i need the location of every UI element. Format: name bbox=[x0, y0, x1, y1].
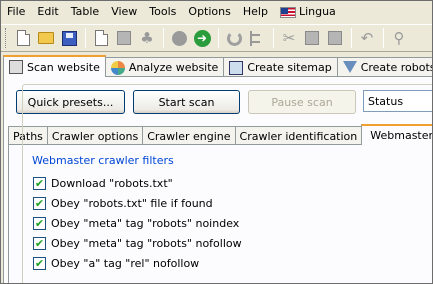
menu-options[interactable]: Options bbox=[182, 2, 236, 22]
paste-project-button[interactable] bbox=[113, 27, 135, 49]
copy2-icon bbox=[305, 31, 319, 45]
tab-create-robots-label: Create robots.txt bbox=[360, 61, 432, 74]
option-label: Download "robots.txt" bbox=[51, 176, 173, 190]
groupbox-title: Webmaster crawler filters bbox=[30, 154, 176, 167]
paste-icon bbox=[117, 31, 131, 45]
toolbar-separator bbox=[383, 28, 384, 48]
option-meta-noindex[interactable]: ✔ Obey "meta" tag "robots" noindex bbox=[33, 215, 239, 231]
filter-icon bbox=[342, 60, 357, 75]
stop-icon bbox=[171, 30, 187, 46]
start-button[interactable]: ➜ bbox=[191, 27, 213, 49]
tab-create-sitemap[interactable]: Create sitemap bbox=[223, 57, 338, 77]
menu-edit[interactable]: Edit bbox=[31, 2, 64, 22]
tree-icon bbox=[250, 30, 264, 46]
checkbox-download-robots[interactable]: ✔ bbox=[33, 176, 46, 190]
option-download-robots[interactable]: ✔ Download "robots.txt" bbox=[33, 175, 173, 191]
paste2-icon bbox=[328, 31, 342, 45]
option-label: Obey "robots.txt" file if found bbox=[51, 196, 213, 210]
paste-button[interactable] bbox=[324, 27, 346, 49]
tree-button[interactable] bbox=[246, 27, 268, 49]
menu-help[interactable]: Help bbox=[237, 2, 274, 22]
menu-tools[interactable]: Tools bbox=[143, 2, 182, 22]
create-sitemap-icon bbox=[229, 60, 244, 75]
analyze-website-icon bbox=[110, 60, 125, 75]
cut-button[interactable]: ✂ bbox=[278, 27, 300, 49]
menu-lingua-label: Lingua bbox=[298, 5, 336, 18]
option-obey-robots[interactable]: ✔ Obey "robots.txt" file if found bbox=[33, 195, 213, 211]
toolbar-separator bbox=[273, 28, 274, 48]
search-button[interactable]: ⚲ bbox=[388, 27, 410, 49]
open-folder-icon bbox=[38, 32, 54, 44]
menu-table[interactable]: Table bbox=[65, 2, 105, 22]
checkbox-meta-nofollow[interactable]: ✔ bbox=[33, 236, 46, 250]
undo-icon: ↶ bbox=[360, 28, 374, 47]
checkbox-obey-robots[interactable]: ✔ bbox=[33, 196, 46, 210]
copy-button[interactable] bbox=[301, 27, 323, 49]
checkbox-meta-noindex[interactable]: ✔ bbox=[33, 216, 46, 230]
scan-website-icon bbox=[9, 60, 23, 74]
refresh-button[interactable] bbox=[223, 27, 245, 49]
save-icon bbox=[61, 30, 77, 46]
main-tab-bar: Scan website Analyze website Create site… bbox=[3, 55, 432, 77]
toolbar-grip[interactable] bbox=[5, 28, 8, 48]
menu-file[interactable]: File bbox=[1, 2, 31, 22]
start-icon: ➜ bbox=[193, 29, 211, 47]
option-label: Obey "a" tag "rel" nofollow bbox=[51, 256, 200, 270]
menu-view[interactable]: View bbox=[105, 2, 143, 22]
cut-icon: ✂ bbox=[282, 28, 296, 47]
toolbar: ♣ ➜ ✂ ↶ ⚲ bbox=[1, 24, 432, 52]
option-label: Obey "meta" tag "robots" noindex bbox=[51, 216, 240, 230]
copy-project-button[interactable] bbox=[90, 27, 112, 49]
clear-icon: ♣ bbox=[140, 28, 154, 47]
tab-create-robots[interactable]: Create robots.txt bbox=[336, 57, 432, 77]
us-flag-icon bbox=[279, 6, 296, 18]
stop-button[interactable] bbox=[168, 27, 190, 49]
option-a-rel-nofollow[interactable]: ✔ Obey "a" tag "rel" nofollow bbox=[33, 255, 199, 271]
toolbar-separator bbox=[163, 28, 164, 48]
copy-icon bbox=[94, 30, 108, 46]
clear-button[interactable]: ♣ bbox=[136, 27, 158, 49]
option-label: Obey "meta" tag "robots" nofollow bbox=[51, 236, 242, 250]
tab-scan-website[interactable]: Scan website bbox=[3, 55, 106, 77]
tab-analyze-website-label: Analyze website bbox=[128, 61, 219, 74]
toolbar-separator bbox=[351, 28, 352, 48]
new-document-icon bbox=[16, 30, 30, 46]
checkbox-a-rel-nofollow[interactable]: ✔ bbox=[33, 256, 46, 270]
save-button[interactable] bbox=[58, 27, 80, 49]
menu-bar: File Edit Table View Tools Options Help … bbox=[1, 2, 432, 22]
open-folder-button[interactable] bbox=[35, 27, 57, 49]
tab-create-sitemap-label: Create sitemap bbox=[247, 61, 332, 74]
search-icon: ⚲ bbox=[393, 28, 405, 47]
tab-analyze-website[interactable]: Analyze website bbox=[104, 57, 225, 77]
refresh-icon bbox=[226, 30, 242, 46]
tab-scan-website-label: Scan website bbox=[27, 60, 100, 74]
toolbar-separator bbox=[85, 28, 86, 48]
option-meta-nofollow[interactable]: ✔ Obey "meta" tag "robots" nofollow bbox=[33, 235, 242, 251]
undo-button[interactable]: ↶ bbox=[356, 27, 378, 49]
tab-webmaster-filters[interactable]: Webmaster filters bbox=[361, 124, 432, 145]
application-window: File Edit Table View Tools Options Help … bbox=[0, 0, 433, 284]
new-document-button[interactable] bbox=[12, 27, 34, 49]
toolbar-separator bbox=[218, 28, 219, 48]
menu-lingua[interactable]: Lingua bbox=[274, 2, 342, 22]
